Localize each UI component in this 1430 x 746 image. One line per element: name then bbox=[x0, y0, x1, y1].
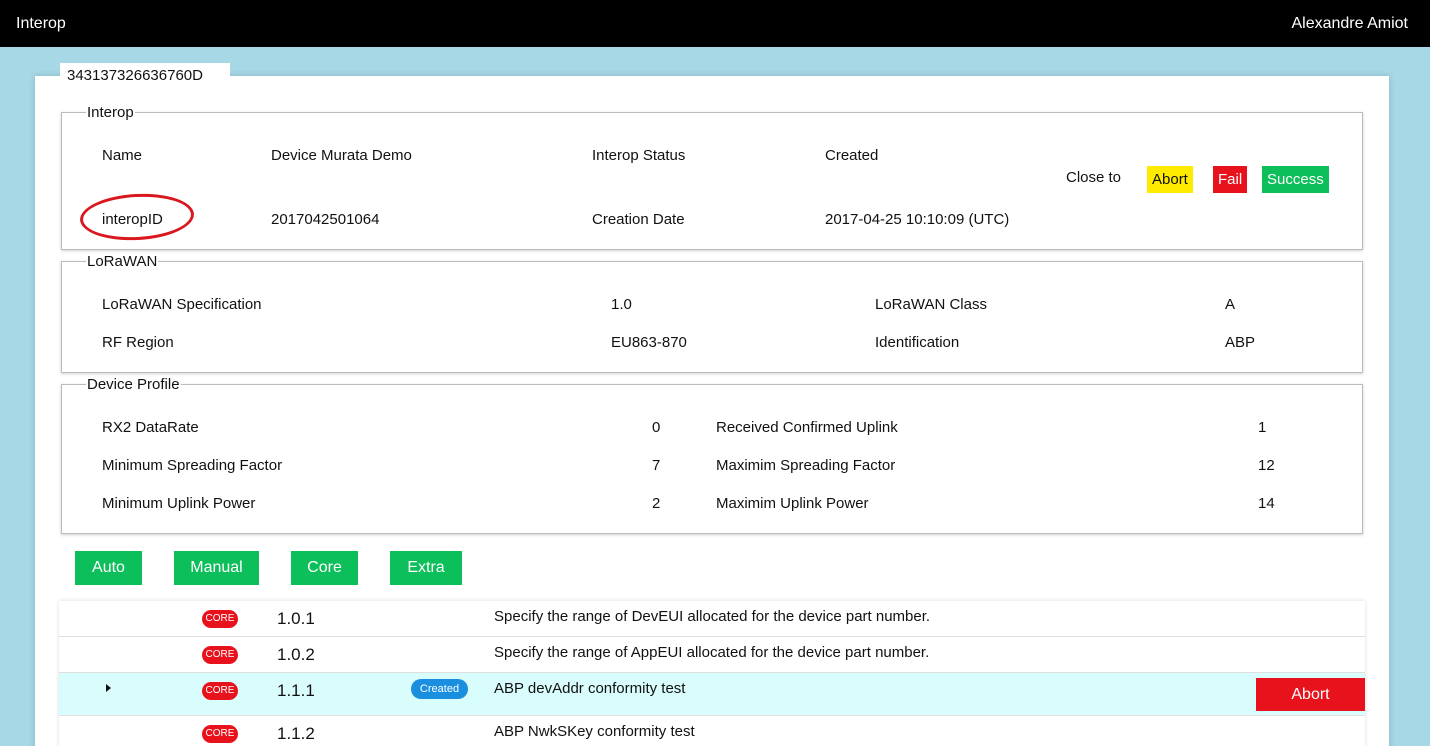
max-uplink-power-label: Maximim Uplink Power bbox=[716, 495, 869, 512]
close-to-label: Close to bbox=[1066, 169, 1122, 186]
close-fail-button[interactable]: Fail bbox=[1213, 166, 1248, 193]
rx2-datarate-label: RX2 DataRate bbox=[102, 419, 199, 436]
test-number: 1.0.2 bbox=[277, 645, 315, 664]
test-list: CORE 1.0.1 Specify the range of DevEUI a… bbox=[59, 601, 1365, 746]
creation-date-value: 2017-04-25 10:10:09 (UTC) bbox=[825, 211, 1010, 228]
test-number: 1.0.1 bbox=[277, 609, 315, 628]
extra-filter-button[interactable]: Extra bbox=[390, 551, 462, 585]
min-uplink-power-value: 2 bbox=[652, 495, 661, 512]
rf-region-value: EU863-870 bbox=[611, 334, 687, 351]
test-row[interactable]: CORE 1.0.1 Specify the range of DevEUI a… bbox=[59, 601, 1365, 637]
rx2-datarate-value: 0 bbox=[652, 419, 661, 436]
manual-filter-button[interactable]: Manual bbox=[174, 551, 259, 585]
max-spreading-factor-label: Maximim Spreading Factor bbox=[716, 457, 896, 474]
name-value: Device Murata Demo bbox=[271, 147, 412, 164]
name-label: Name bbox=[102, 147, 143, 164]
device-profile-legend: Device Profile bbox=[87, 376, 180, 393]
lorawan-class-value: A bbox=[1225, 296, 1236, 313]
lorawan-legend: LoRaWAN bbox=[87, 253, 158, 270]
device-tab[interactable]: 343137326636760D bbox=[60, 63, 230, 90]
lorawan-spec-label: LoRaWAN Specification bbox=[102, 296, 262, 313]
test-row[interactable]: CORE 1.0.2 Specify the range of AppEUI a… bbox=[59, 637, 1365, 673]
device-profile-section: Device Profile bbox=[61, 376, 1363, 534]
close-abort-button[interactable]: Abort bbox=[1147, 166, 1193, 193]
interop-status-value: Created bbox=[825, 147, 879, 164]
max-uplink-power-value: 14 bbox=[1258, 495, 1275, 512]
core-badge: CORE bbox=[202, 682, 238, 700]
test-number: 1.1.1 bbox=[277, 681, 315, 700]
caret-right-icon[interactable] bbox=[106, 684, 111, 692]
identification-value: ABP bbox=[1225, 334, 1256, 351]
user-name[interactable]: Alexandre Amiot bbox=[1291, 15, 1408, 33]
creation-date-label: Creation Date bbox=[592, 211, 685, 228]
test-description: ABP devAddr conformity test bbox=[494, 680, 686, 697]
interop-legend: Interop bbox=[87, 104, 134, 121]
identification-label: Identification bbox=[875, 334, 960, 351]
test-row[interactable]: CORE 1.1.2 ABP NwkSKey conformity test bbox=[59, 716, 1365, 746]
top-bar: Interop Alexandre Amiot bbox=[0, 0, 1430, 47]
lorawan-section: LoRaWAN bbox=[61, 253, 1363, 373]
lorawan-class-label: LoRaWAN Class bbox=[875, 296, 987, 313]
min-uplink-power-label: Minimum Uplink Power bbox=[102, 495, 256, 512]
close-success-button[interactable]: Success bbox=[1262, 166, 1329, 193]
core-badge: CORE bbox=[202, 725, 238, 743]
min-spreading-factor-value: 7 bbox=[652, 457, 661, 474]
test-number: 1.1.2 bbox=[277, 724, 315, 743]
app-title[interactable]: Interop bbox=[16, 15, 66, 33]
received-confirmed-uplink-value: 1 bbox=[1258, 419, 1267, 436]
received-confirmed-uplink-label: Received Confirmed Uplink bbox=[716, 419, 898, 436]
test-row[interactable]: CORE 1.1.1 Created ABP devAddr conformit… bbox=[59, 673, 1365, 716]
auto-filter-button[interactable]: Auto bbox=[75, 551, 142, 585]
core-filter-button[interactable]: Core bbox=[291, 551, 358, 585]
min-spreading-factor-label: Minimum Spreading Factor bbox=[102, 457, 283, 474]
test-description: Specify the range of AppEUI allocated fo… bbox=[494, 644, 930, 661]
core-badge: CORE bbox=[202, 610, 238, 628]
rf-region-label: RF Region bbox=[102, 334, 174, 351]
core-badge: CORE bbox=[202, 646, 238, 664]
test-description: Specify the range of DevEUI allocated fo… bbox=[494, 608, 931, 625]
lorawan-spec-value: 1.0 bbox=[611, 296, 632, 313]
max-spreading-factor-value: 12 bbox=[1258, 457, 1275, 474]
test-description: ABP NwkSKey conformity test bbox=[494, 723, 695, 740]
interop-status-label: Interop Status bbox=[592, 147, 686, 164]
created-status-badge: Created bbox=[411, 679, 468, 699]
test-abort-button[interactable]: Abort bbox=[1256, 678, 1365, 711]
interop-id-value: 2017042501064 bbox=[271, 211, 380, 228]
